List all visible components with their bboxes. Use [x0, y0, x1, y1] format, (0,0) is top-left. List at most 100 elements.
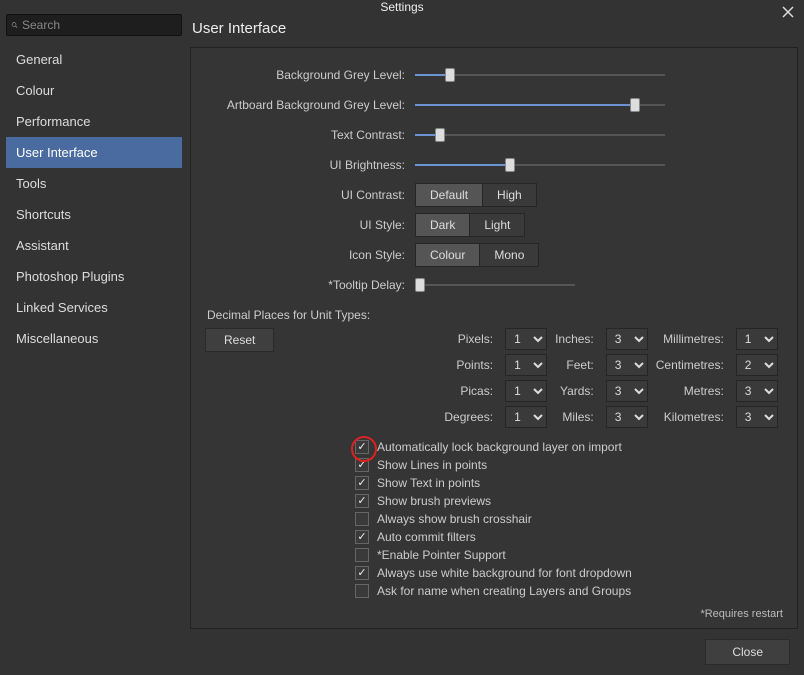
unit-select-yards[interactable]: 3	[606, 380, 648, 402]
bg-grey-slider[interactable]	[415, 66, 665, 84]
checkbox-row: Show brush previews	[355, 494, 783, 508]
unit-label: Miles:	[555, 410, 598, 424]
unit-select-points[interactable]: 1	[505, 354, 547, 376]
nav-item-performance[interactable]: Performance	[6, 106, 182, 137]
nav-item-linked-services[interactable]: Linked Services	[6, 292, 182, 323]
checkbox[interactable]	[355, 548, 369, 562]
checkbox-label: *Enable Pointer Support	[377, 548, 506, 562]
text-contrast-label: Text Contrast:	[205, 128, 415, 142]
window-title: Settings	[380, 0, 423, 14]
unit-label: Kilometres:	[656, 410, 728, 424]
tooltip-delay-slider[interactable]	[415, 276, 575, 294]
ui-contrast-segment: DefaultHigh	[415, 183, 537, 207]
checkbox-label: Show Lines in points	[377, 458, 487, 472]
unit-select-centimetres[interactable]: 2	[736, 354, 778, 376]
checkbox-list: Automatically lock background layer on i…	[355, 440, 783, 598]
unit-label: Millimetres:	[656, 332, 728, 346]
content-area: GeneralColourPerformanceUser InterfaceTo…	[0, 14, 804, 675]
unit-label: Points:	[444, 358, 497, 372]
checkbox-label: Show Text in points	[377, 476, 480, 490]
checkbox-row: Show Text in points	[355, 476, 783, 490]
ui-contrast-label: UI Contrast:	[205, 188, 415, 202]
settings-window: Settings GeneralColourPerformanceUser In…	[0, 0, 804, 652]
search-icon	[11, 19, 18, 31]
unit-select-kilometres[interactable]: 3	[736, 406, 778, 428]
nav-item-general[interactable]: General	[6, 44, 182, 75]
unit-select-pixels[interactable]: 1	[505, 328, 547, 350]
ui-contrast-option-high[interactable]: High	[483, 183, 537, 207]
ui-brightness-slider[interactable]	[415, 156, 665, 174]
unit-select-feet[interactable]: 3	[606, 354, 648, 376]
nav-item-user-interface[interactable]: User Interface	[6, 137, 182, 168]
checkbox[interactable]	[355, 584, 369, 598]
nav-item-tools[interactable]: Tools	[6, 168, 182, 199]
checkbox-row: *Enable Pointer Support	[355, 548, 783, 562]
ui-style-option-dark[interactable]: Dark	[415, 213, 470, 237]
nav-list: GeneralColourPerformanceUser InterfaceTo…	[6, 44, 182, 354]
nav-item-photoshop-plugins[interactable]: Photoshop Plugins	[6, 261, 182, 292]
icon-style-label: Icon Style:	[205, 248, 415, 262]
checkbox-row: Show Lines in points	[355, 458, 783, 472]
checkbox[interactable]	[355, 440, 369, 454]
close-icon[interactable]	[780, 4, 796, 20]
unit-label: Centimetres:	[656, 358, 728, 372]
reset-button[interactable]: Reset	[205, 328, 274, 352]
unit-select-inches[interactable]: 3	[606, 328, 648, 350]
checkbox[interactable]	[355, 494, 369, 508]
unit-select-millimetres[interactable]: 1	[736, 328, 778, 350]
checkbox-row: Always use white background for font dro…	[355, 566, 783, 580]
nav-item-assistant[interactable]: Assistant	[6, 230, 182, 261]
checkbox-label: Ask for name when creating Layers and Gr…	[377, 584, 631, 598]
icon-style-segment: ColourMono	[415, 243, 539, 267]
titlebar: Settings	[0, 0, 804, 14]
unit-label: Degrees:	[444, 410, 497, 424]
search-input[interactable]	[18, 18, 177, 32]
search-box[interactable]	[6, 14, 182, 36]
unit-grid: Pixels: 1 Inches: 3 Millimetres: 1 Points: 1 Fee…	[444, 328, 777, 428]
ui-style-segment: DarkLight	[415, 213, 525, 237]
unit-label: Yards:	[555, 384, 598, 398]
nav-item-miscellaneous[interactable]: Miscellaneous	[6, 323, 182, 354]
checkbox-label: Show brush previews	[377, 494, 491, 508]
text-contrast-slider[interactable]	[415, 126, 665, 144]
settings-panel: Background Grey Level: Artboard Backgrou…	[190, 47, 798, 629]
units-section-label: Decimal Places for Unit Types:	[207, 308, 783, 322]
unit-label: Picas:	[444, 384, 497, 398]
ui-style-option-light[interactable]: Light	[470, 213, 525, 237]
ui-contrast-option-default[interactable]: Default	[415, 183, 483, 207]
checkbox-label: Automatically lock background layer on i…	[377, 440, 622, 454]
unit-label: Feet:	[555, 358, 598, 372]
tooltip-delay-label: *Tooltip Delay:	[205, 278, 415, 292]
checkbox-label: Auto commit filters	[377, 530, 476, 544]
unit-label: Inches:	[555, 332, 598, 346]
requires-restart-note: *Requires restart	[205, 608, 783, 620]
unit-select-degrees[interactable]: 1	[505, 406, 547, 428]
sidebar: GeneralColourPerformanceUser InterfaceTo…	[6, 14, 182, 669]
bg-grey-label: Background Grey Level:	[205, 68, 415, 82]
unit-label: Pixels:	[444, 332, 497, 346]
checkbox[interactable]	[355, 566, 369, 580]
nav-item-colour[interactable]: Colour	[6, 75, 182, 106]
artboard-bg-slider[interactable]	[415, 96, 665, 114]
unit-select-metres[interactable]: 3	[736, 380, 778, 402]
nav-item-shortcuts[interactable]: Shortcuts	[6, 199, 182, 230]
close-button[interactable]: Close	[705, 639, 790, 665]
checkbox[interactable]	[355, 530, 369, 544]
checkbox-row: Always show brush crosshair	[355, 512, 783, 526]
unit-select-picas[interactable]: 1	[505, 380, 547, 402]
unit-label: Metres:	[656, 384, 728, 398]
icon-style-option-mono[interactable]: Mono	[480, 243, 539, 267]
checkbox[interactable]	[355, 476, 369, 490]
checkbox[interactable]	[355, 512, 369, 526]
ui-brightness-label: UI Brightness:	[205, 158, 415, 172]
page-title: User Interface	[190, 14, 798, 47]
checkbox-row: Automatically lock background layer on i…	[355, 440, 783, 454]
checkbox-label: Always show brush crosshair	[377, 512, 532, 526]
artboard-bg-label: Artboard Background Grey Level:	[205, 98, 415, 112]
checkbox-row: Ask for name when creating Layers and Gr…	[355, 584, 783, 598]
icon-style-option-colour[interactable]: Colour	[415, 243, 480, 267]
footer: Close	[190, 629, 798, 669]
unit-select-miles[interactable]: 3	[606, 406, 648, 428]
checkbox-label: Always use white background for font dro…	[377, 566, 632, 580]
checkbox-row: Auto commit filters	[355, 530, 783, 544]
